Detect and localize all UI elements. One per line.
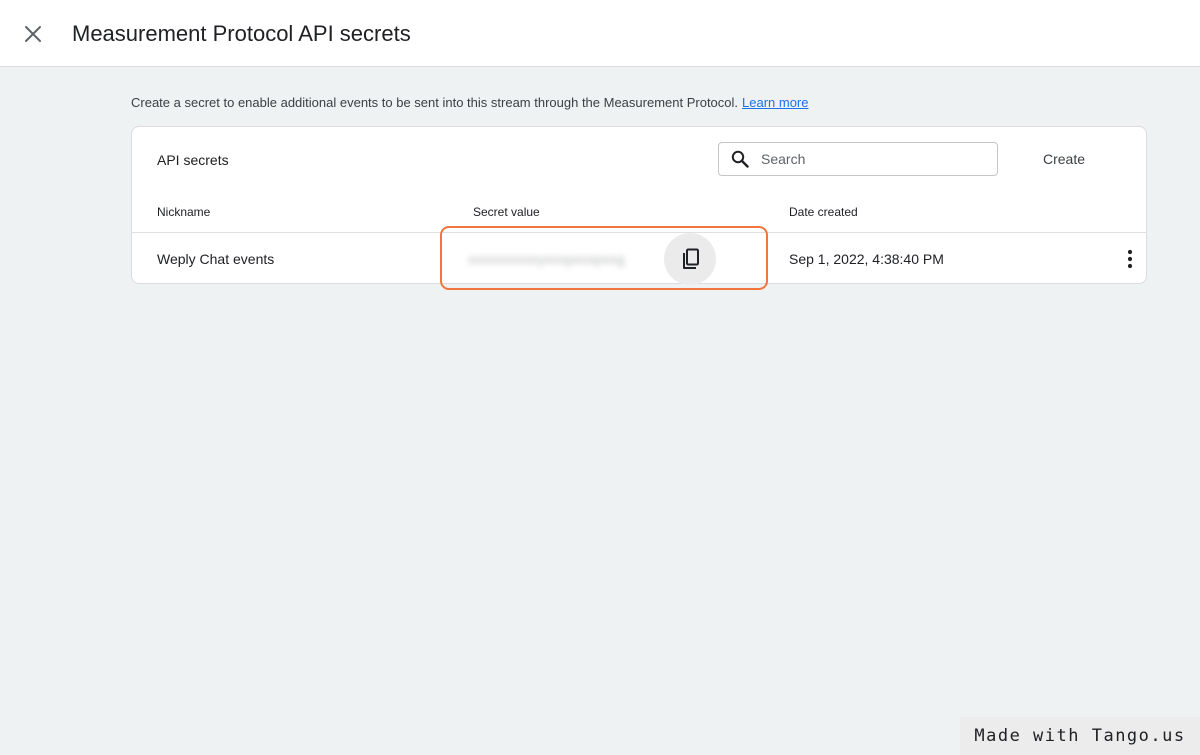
tango-watermark: Made with Tango.us [960, 717, 1200, 755]
header-bar: Measurement Protocol API secrets [0, 0, 1200, 67]
close-icon [25, 26, 41, 42]
copy-secret-button[interactable] [664, 233, 716, 285]
create-button[interactable]: Create [1028, 142, 1100, 176]
header-divider [132, 232, 1146, 233]
row-date-created: Sep 1, 2022, 4:38:40 PM [789, 251, 944, 267]
description-text: Create a secret to enable additional eve… [131, 94, 809, 111]
column-header-date-created[interactable]: Date created [789, 204, 858, 220]
column-header-secret-value[interactable]: Secret value [473, 204, 540, 220]
copy-icon [683, 248, 699, 269]
row-more-button[interactable] [1115, 244, 1145, 274]
learn-more-link[interactable]: Learn more [742, 95, 808, 110]
search-box[interactable] [718, 142, 998, 176]
card-title: API secrets [157, 152, 229, 168]
search-input[interactable] [761, 151, 971, 167]
search-icon [731, 150, 749, 168]
page-title: Measurement Protocol API secrets [72, 21, 411, 46]
description-body: Create a secret to enable additional eve… [131, 95, 739, 110]
more-vert-icon [1127, 249, 1133, 269]
close-button[interactable] [18, 19, 48, 49]
row-secret-value: xxxxxxxxxxyxxxpxxxpxxg [468, 251, 625, 267]
row-nickname: Weply Chat events [157, 251, 275, 267]
column-header-nickname[interactable]: Nickname [157, 204, 210, 220]
api-secrets-card: API secrets Create Nickname Secret value… [131, 126, 1147, 285]
